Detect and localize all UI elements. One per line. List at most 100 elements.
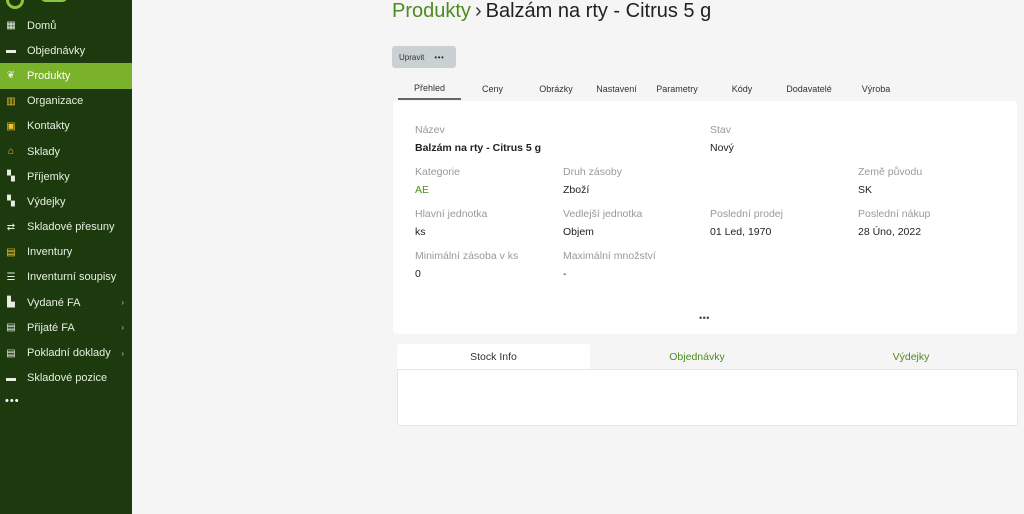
field-posledni-prodej: Poslední prodej 01 Led, 1970 [710,208,783,238]
leaf-icon: ❦ [6,70,16,82]
invoice-in-icon: ▤ [6,322,16,334]
sidebar-item-pokladní-doklady[interactable]: ▤ Pokladní doklady › [0,340,132,365]
field-value: Objem [563,226,594,238]
field-hlavni-jednotka: Hlavní jednotka ks [415,208,487,238]
tab-vydejky[interactable]: Výdejky [804,344,1018,369]
action-toolbar: Upravit ••• [392,46,456,68]
sidebar-nav: ▦ Domů ▬ Objednávky ❦ Produkty ▥ Organizace ▣ Kon… [0,13,132,391]
receipt-icon: ▤ [6,347,16,359]
contacts-icon: ▣ [6,120,16,132]
field-nazev: Název Balzám na rty - Citrus 5 g [415,124,541,154]
field-value: 28 Úno, 2022 [858,226,922,238]
toolbar-more-button[interactable]: ••• [434,53,444,62]
sidebar: ▦ Domů ▬ Objednávky ❦ Produkty ▥ Organizace ▣ Kon… [0,0,132,514]
sidebar-item-label: Domů [27,19,57,32]
breadcrumb-separator: › [474,0,482,22]
tab-vyroba[interactable]: Výroba [843,78,909,100]
field-stav: Stav Nový [710,124,734,154]
sidebar-item-label: Vydané FA [27,296,81,309]
sidebar-item-label: Skladové pozice [27,372,108,385]
sidebar-item-kontakty[interactable]: ▣ Kontakty [0,114,132,139]
sidebar-item-label: Sklady [27,145,61,158]
sidebar-more-button[interactable]: ••• [0,391,132,411]
field-value: Balzám na rty - Citrus 5 g [415,142,542,154]
field-vedlejsi-jednotka: Vedlejší jednotka Objem [563,208,642,238]
field-label: Druh zásoby [563,166,622,178]
tab-ceny[interactable]: Ceny [461,78,524,100]
tab-parametry[interactable]: Parametry [645,78,709,100]
tab-nastaveni[interactable]: Nastavení [588,78,645,100]
product-title: Balzám na rty - Citrus 5 g [485,0,712,22]
sidebar-item-organizace[interactable]: ▥ Organizace [0,89,132,114]
field-value: - [563,268,567,280]
sidebar-item-přijaté-fa[interactable]: ▤ Přijaté FA › [0,315,132,340]
dashboard-icon: ▦ [6,20,16,32]
sidebar-item-skladové-přesuny[interactable]: ⇄ Skladové přesuny [0,215,132,240]
field-label: Země původu [858,166,923,178]
field-value: Zboží [563,184,590,196]
sidebar-item-inventury[interactable]: ▤ Inventury [0,240,132,265]
product-tabs: Přehled Ceny Obrázky Nastavení Parametry… [398,78,909,100]
sidebar-item-label: Produkty [27,69,71,82]
field-posledni-nakup: Poslední nákup 28 Úno, 2022 [858,208,930,238]
chevron-right-icon[interactable]: › [121,323,124,332]
field-label: Maximální množství [563,250,656,262]
list-icon: ☰ [6,271,16,283]
field-value: Nový [710,142,734,154]
details-more-button[interactable]: ••• [699,313,710,323]
edit-button[interactable]: Upravit [399,53,424,62]
field-label: Kategorie [415,166,460,178]
building-icon: ▥ [6,95,16,107]
warehouse-icon: ⌂ [7,146,15,158]
field-label: Stav [710,124,732,136]
field-value: SK [858,184,873,196]
tab-kody[interactable]: Kódy [709,78,775,100]
field-value: ks [415,226,426,238]
tab-stock-info[interactable]: Stock Info [397,344,590,369]
field-value: 01 Led, 1970 [710,226,772,238]
page-title: Produkty › Balzám na rty - Citrus 5 g [392,0,711,23]
field-minimalni-zasoba: Minimální zásoba v ks 0 [415,250,518,280]
sidebar-item-label: Organizace [27,95,84,108]
product-detail-card: Název Balzám na rty - Citrus 5 g Stav No… [393,101,1017,334]
sidebar-item-vydané-fa[interactable]: ▙ Vydané FA › [0,290,132,315]
tab-prehled[interactable]: Přehled [398,78,461,100]
field-druh-zasoby: Druh zásoby Zboží [563,166,622,196]
chevron-right-icon[interactable]: › [121,298,124,307]
sidebar-item-objednávky[interactable]: ▬ Objednávky [0,38,132,63]
orders-icon: ▬ [6,45,16,57]
field-kategorie: Kategorie AE [415,166,460,196]
sidebar-item-label: Kontakty [27,120,70,133]
transfer-icon: ⇄ [6,221,16,233]
tab-objednavky[interactable]: Objednávky [590,344,804,369]
sidebar-item-výdejky[interactable]: ▚ Výdejky [0,189,132,214]
sidebar-item-label: Inventurní soupisy [27,271,117,284]
breadcrumb-produkty[interactable]: Produkty [392,0,471,22]
sidebar-item-inventurní-soupisy[interactable]: ☰ Inventurní soupisy [0,265,132,290]
sidebar-item-label: Objednávky [27,44,86,57]
field-label: Hlavní jednotka [415,208,488,220]
truck-out-icon: ▚ [7,196,15,208]
category-link[interactable]: AE [415,184,460,196]
sidebar-item-label: Inventury [27,246,73,259]
sidebar-item-label: Skladové přesuny [27,221,115,234]
invoice-out-icon: ▙ [7,297,15,309]
sidebar-item-domů[interactable]: ▦ Domů [0,13,132,38]
tab-obrazky[interactable]: Obrázky [524,78,588,100]
chevron-right-icon[interactable]: › [121,349,124,358]
sidebar-item-label: Výdejky [27,195,66,208]
field-label: Název [415,124,445,136]
field-label: Poslední prodej [710,208,783,220]
sidebar-item-příjemky[interactable]: ▚ Příjemky [0,164,132,189]
field-maximalni-mnozstvi: Maximální množství - [563,250,656,280]
field-label: Minimální zásoba v ks [415,250,519,262]
sidebar-item-skladové-pozice[interactable]: ▬ Skladové pozice [0,366,132,391]
tab-dodavatele[interactable]: Dodavatelé [775,78,843,100]
sidebar-item-label: Přijaté FA [27,321,75,334]
field-label: Vedlejší jednotka [563,208,643,220]
logo[interactable] [0,0,132,13]
field-zeme-puvodu: Země původu SK [858,166,922,196]
sidebar-item-sklady[interactable]: ⌂ Sklady [0,139,132,164]
field-label: Poslední nákup [858,208,931,220]
sidebar-item-produkty[interactable]: ❦ Produkty [0,63,132,89]
